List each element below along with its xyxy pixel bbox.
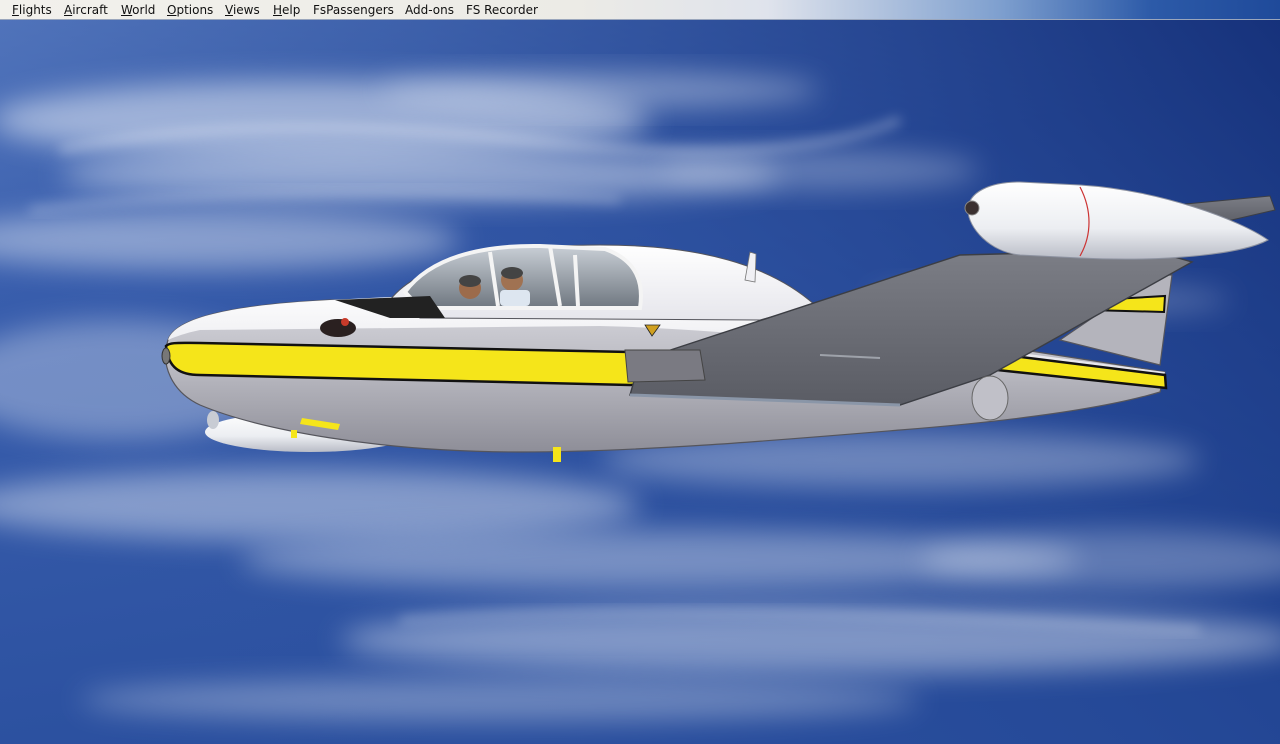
menu-views[interactable]: Views (225, 3, 260, 17)
simulator-window: Flights Aircraft World Options Views Hel… (0, 0, 1280, 744)
menu-bar: Flights Aircraft World Options Views Hel… (0, 0, 1280, 20)
menu-addons[interactable]: Add-ons (405, 3, 454, 17)
menu-aircraft[interactable]: Aircraft (64, 3, 108, 17)
menu-flights[interactable]: Flights (12, 3, 52, 17)
scenery-canvas (0, 20, 1280, 744)
menu-options[interactable]: Options (167, 3, 213, 17)
menu-help[interactable]: Help (273, 3, 300, 17)
menu-fspassengers[interactable]: FsPassengers (313, 3, 394, 17)
menu-world[interactable]: World (121, 3, 155, 17)
menu-fs-recorder[interactable]: FS Recorder (466, 3, 538, 17)
3d-view[interactable] (0, 20, 1280, 744)
